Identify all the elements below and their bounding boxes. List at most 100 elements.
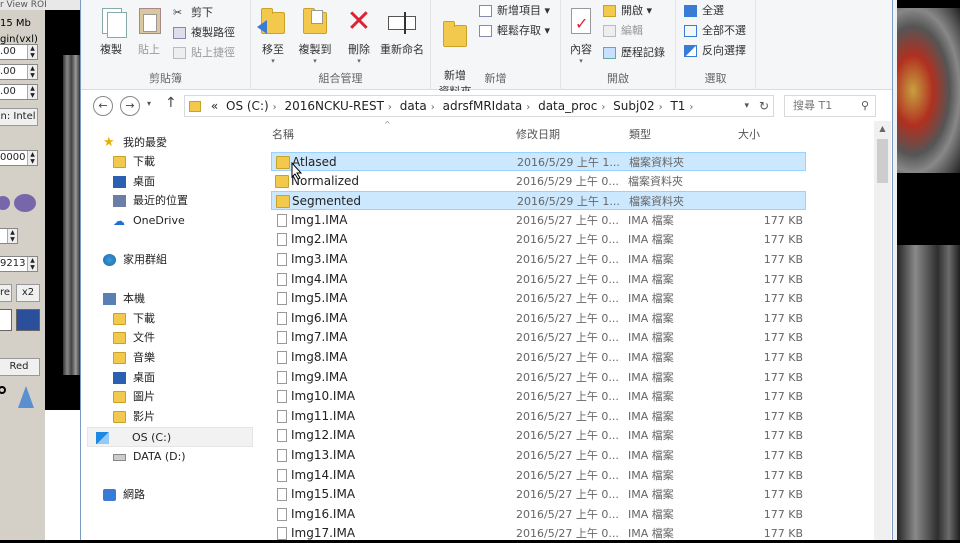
file-row[interactable]: Atlased 2016/5/29 上午 1... 檔案資料夾 xyxy=(271,152,806,171)
nav-pictures[interactable]: 圖片 xyxy=(113,387,155,407)
paste-button[interactable]: 貼上 xyxy=(127,6,171,57)
nav-os-c[interactable]: OS (C:) xyxy=(87,427,253,447)
cut-button[interactable]: ✂ 剪下 xyxy=(171,4,213,22)
contrast-icon[interactable] xyxy=(18,386,34,408)
copy-path-button[interactable]: 複製路徑 xyxy=(171,24,235,42)
breadcrumb-adrsfmridata[interactable]: adrsfMRIdata xyxy=(443,96,523,116)
nav-recent[interactable]: 最近的位置 xyxy=(113,191,188,211)
file-row[interactable]: Img16.IMA 2016/5/27 上午 0... IMA 檔案 177 KB xyxy=(271,505,806,524)
up-button[interactable]: ↑ xyxy=(165,95,177,111)
file-row[interactable]: Img17.IMA 2016/5/27 上午 0... IMA 檔案 177 KB xyxy=(271,524,806,543)
nav-music[interactable]: 音樂 xyxy=(113,348,155,368)
nav-favorites[interactable]: ★ 我的最愛 xyxy=(103,133,167,153)
breadcrumb-chevron-icon[interactable]: › xyxy=(659,98,663,118)
file-row[interactable]: Img14.IMA 2016/5/27 上午 0... IMA 檔案 177 KB xyxy=(271,466,806,485)
nav-downloads[interactable]: 下載 xyxy=(113,152,155,172)
address-dropdown-icon[interactable]: ▾ xyxy=(744,96,749,116)
address-bar[interactable]: « OS (C:) › 2016NCKU-REST › data › adrsfMRI… xyxy=(184,95,774,117)
new-folder-icon xyxy=(439,19,471,51)
search-box[interactable]: 搜尋 T1 ⚲ xyxy=(784,95,876,117)
forward-button[interactable]: → xyxy=(120,96,140,116)
open-button[interactable]: 開啟 ▾ xyxy=(601,2,652,20)
paste-shortcut-button[interactable]: 貼上捷徑 xyxy=(171,44,235,62)
file-row[interactable]: Normalized 2016/5/29 上午 0... 檔案資料夾 xyxy=(271,172,806,191)
file-row[interactable]: Img13.IMA 2016/5/27 上午 0... IMA 檔案 177 KB xyxy=(271,446,806,465)
view-toggle-icon[interactable] xyxy=(0,309,12,331)
brain-3d-icon[interactable] xyxy=(14,194,36,212)
colormap-button[interactable]: Red xyxy=(0,358,40,376)
breadcrumb-2016ncku-rest[interactable]: 2016NCKU-REST xyxy=(285,96,384,116)
nav-documents[interactable]: 文件 xyxy=(113,328,155,348)
breadcrumb-chevron-icon[interactable]: › xyxy=(526,98,530,118)
file-row[interactable]: Img7.IMA 2016/5/27 上午 0... IMA 檔案 177 KB xyxy=(271,328,806,347)
nav-network[interactable]: 網路 xyxy=(103,485,145,505)
file-row[interactable]: Img4.IMA 2016/5/27 上午 0... IMA 檔案 177 KB xyxy=(271,270,806,289)
properties-button[interactable]: ✓ 內容 ▾ xyxy=(563,6,599,65)
nav-onedrive[interactable]: ☁ OneDrive xyxy=(113,211,185,231)
history-button[interactable]: 歷程記錄 xyxy=(601,44,665,62)
file-row[interactable]: Img11.IMA 2016/5/27 上午 0... IMA 檔案 177 KB xyxy=(271,407,806,426)
breadcrumb-chevron-icon[interactable]: › xyxy=(388,98,392,118)
re-button[interactable]: re xyxy=(0,284,12,302)
invert-selection-button[interactable]: 反向選擇 xyxy=(682,42,746,60)
breadcrumb-os-c[interactable]: OS (C:) xyxy=(226,96,269,116)
file-row[interactable]: Img3.IMA 2016/5/27 上午 0... IMA 檔案 177 KB xyxy=(271,250,806,269)
copy-to-button[interactable]: 複製到 ▾ xyxy=(293,6,337,65)
small-spinner[interactable]: ▲ ▼ xyxy=(0,228,18,244)
select-none-button[interactable]: 全部不選 xyxy=(682,22,746,40)
back-button[interactable]: ← xyxy=(93,96,113,116)
image-mode-icon[interactable] xyxy=(16,309,40,331)
new-item-button[interactable]: 新增項目 ▾ xyxy=(477,2,550,20)
refresh-icon[interactable]: ↻ xyxy=(759,96,769,116)
file-row[interactable]: Segmented 2016/5/29 上午 1... 檔案資料夾 xyxy=(271,191,806,211)
file-row[interactable]: Img1.IMA 2016/5/27 上午 0... IMA 檔案 177 KB xyxy=(271,211,806,230)
breadcrumb-chevron-icon[interactable]: › xyxy=(431,98,435,118)
origin-x-spinner[interactable]: .00 ▲ ▼ xyxy=(0,44,38,60)
edit-button[interactable]: 編輯 xyxy=(601,22,643,40)
breadcrumb-overflow[interactable]: « xyxy=(211,96,218,116)
breadcrumb-chevron-icon[interactable]: › xyxy=(273,98,277,118)
breadcrumb-t1[interactable]: T1 xyxy=(670,96,685,116)
origin-y-spinner[interactable]: .00 ▲ ▼ xyxy=(0,64,38,80)
column-header-name[interactable]: 名稱 xyxy=(272,126,294,142)
nav-homegroup[interactable]: 家用群組 xyxy=(103,250,167,270)
x2-button[interactable]: x2 xyxy=(16,284,40,302)
file-row[interactable]: Img15.IMA 2016/5/27 上午 0... IMA 檔案 177 KB xyxy=(271,485,806,504)
column-header-date[interactable]: 修改日期 xyxy=(516,126,560,142)
file-row[interactable]: Img6.IMA 2016/5/27 上午 0... IMA 檔案 177 KB xyxy=(271,309,806,328)
nav-videos[interactable]: 影片 xyxy=(113,407,155,427)
file-row[interactable]: Img2.IMA 2016/5/27 上午 0... IMA 檔案 177 KB xyxy=(271,230,806,249)
breadcrumb-chevron-icon[interactable]: › xyxy=(689,98,693,118)
file-row[interactable]: Img12.IMA 2016/5/27 上午 0... IMA 檔案 177 KB xyxy=(271,426,806,445)
rename-button[interactable]: 重新命名 xyxy=(377,6,427,57)
format-button[interactable]: n: Intel xyxy=(0,108,38,126)
breadcrumb-data[interactable]: data xyxy=(400,96,427,116)
origin-z-spinner[interactable]: .00 ▲ ▼ xyxy=(0,84,38,100)
brain-icon[interactable] xyxy=(0,196,10,210)
column-header-size[interactable]: 大小 xyxy=(738,126,760,142)
file-row[interactable]: Img5.IMA 2016/5/27 上午 0... IMA 檔案 177 KB xyxy=(271,289,806,308)
column-header-type[interactable]: 類型 xyxy=(629,126,651,142)
select-all-button[interactable]: 全選 xyxy=(682,2,724,20)
nav-pc-downloads[interactable]: 下載 xyxy=(113,309,155,329)
nav-desktop[interactable]: 桌面 xyxy=(113,172,155,192)
recent-locations-chevron-icon[interactable]: ▾ xyxy=(147,99,151,108)
nav-pc-desktop[interactable]: 桌面 xyxy=(113,368,155,388)
file-row[interactable]: Img9.IMA 2016/5/27 上午 0... IMA 檔案 177 KB xyxy=(271,368,806,387)
magnify-icon[interactable] xyxy=(0,386,10,410)
file-row[interactable]: Img10.IMA 2016/5/27 上午 0... IMA 檔案 177 KB xyxy=(271,387,806,406)
nav-data-d[interactable]: DATA (D:) xyxy=(113,447,186,467)
breadcrumb-subj02[interactable]: Subj02 xyxy=(613,96,654,116)
breadcrumb-data-proc[interactable]: data_proc xyxy=(538,96,597,116)
easy-access-button[interactable]: 輕鬆存取 ▾ xyxy=(477,22,550,40)
nav-this-pc[interactable]: 本機 xyxy=(103,289,145,309)
move-to-button[interactable]: 移至 ▾ xyxy=(251,6,295,65)
value-spinner[interactable]: 0000 ▲ ▼ xyxy=(0,150,38,166)
scroll-up-icon[interactable]: ▲ xyxy=(874,121,891,137)
delete-button[interactable]: ✕ 刪除 ▾ xyxy=(337,6,381,66)
threshold-spinner[interactable]: 9213 ▲ ▼ xyxy=(0,256,38,272)
vertical-scrollbar[interactable]: ▲ xyxy=(874,121,891,540)
scrollbar-thumb[interactable] xyxy=(877,139,888,183)
breadcrumb-chevron-icon[interactable]: › xyxy=(601,98,605,118)
file-row[interactable]: Img8.IMA 2016/5/27 上午 0... IMA 檔案 177 KB xyxy=(271,348,806,367)
